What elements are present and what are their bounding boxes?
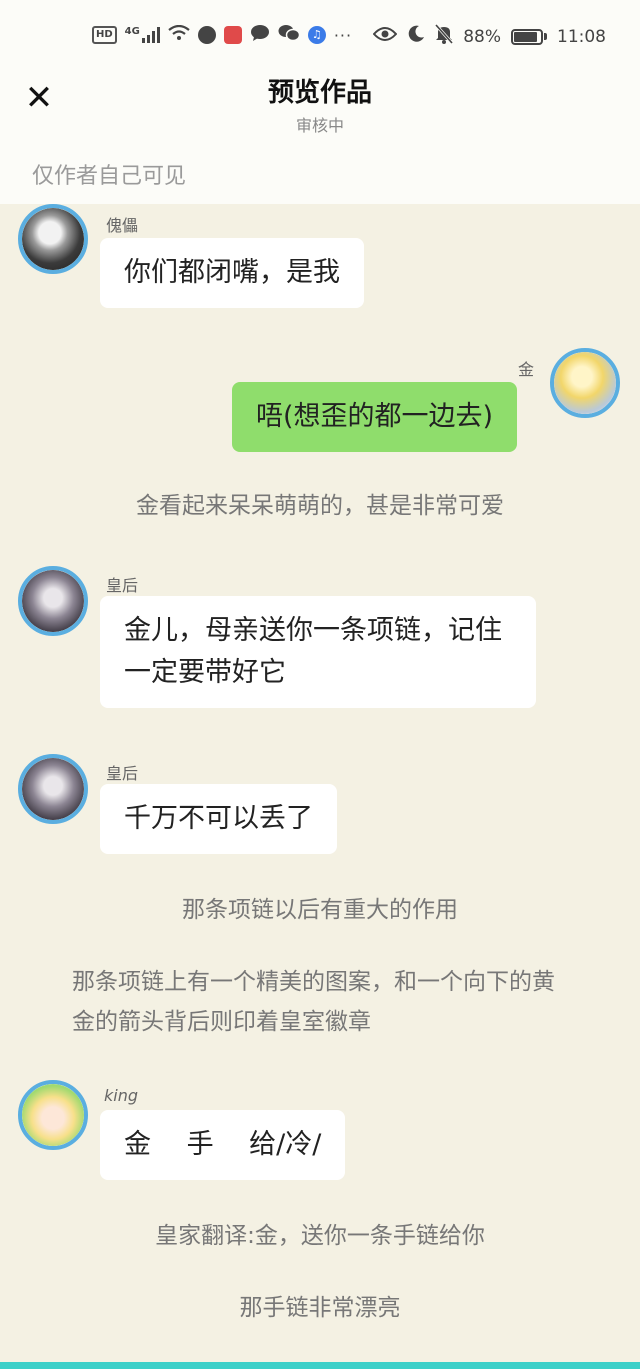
signal-icon [141,27,160,43]
app-icon [197,26,216,44]
message-bubble[interactable]: 金儿，母亲送你一条项链，记住一定要带好它 [100,596,536,708]
narration-text: 那手链非常漂亮 [239,1295,401,1321]
message-bubble[interactable]: 唔(想歪的都一边去) [232,382,518,452]
chat-bubble-icon [250,24,270,46]
status-left: HD 4G ♫ ··· [92,24,352,46]
bell-mute-icon [435,24,454,49]
notification-app-icon [223,26,242,44]
sender-name: 皇后 [106,764,139,783]
network-label: 4G [124,25,140,37]
hd-badge: HD [92,26,117,44]
avatar[interactable] [18,754,88,824]
header: ✕ 预览作品 审核中 [0,68,640,135]
music-icon: ♫ [307,26,326,44]
moon-icon [407,25,425,48]
status-bar: HD 4G ♫ ··· 88% 11:08 [0,0,640,68]
battery-icon [511,28,547,45]
avatar[interactable] [18,1080,88,1150]
review-status: 审核中 [295,116,344,135]
avatar[interactable] [18,566,88,636]
sender-name: 傀儡 [106,216,139,235]
message-bubble[interactable]: 你们都闭嘴，是我 [100,238,364,308]
narration-text: 那条项链上有一个精美的图案，和一个向下的黄金的箭头背后则印着皇室徽章 [72,969,555,1035]
clock: 11:08 [557,26,606,47]
page-title: 预览作品 [267,78,372,108]
sender-name: king [104,1086,139,1105]
chat-area[interactable]: 傀儡 你们都闭嘴，是我 金 唔(想歪的都一边去) 金看起来呆呆萌萌的，甚是非常可… [0,204,640,1364]
message-bubble[interactable]: 千万不可以丢了 [100,784,337,854]
visibility-note: 仅作者自己可见 [0,134,640,204]
wechat-icon [278,24,301,46]
battery-percent: 88% [463,26,501,47]
message-bubble[interactable]: 金 手 给/冷/ [100,1110,346,1180]
bottom-accent-bar [0,1362,640,1369]
eye-icon [372,26,398,47]
narration-text: 皇家翻译:金，送你一条手链给你 [155,1223,485,1249]
wifi-icon [168,24,190,45]
sender-name: 皇后 [106,576,139,595]
narration-text: 金看起来呆呆萌萌的，甚是非常可爱 [136,493,504,519]
status-right: 88% 11:08 [372,24,606,49]
narration-text: 那条项链以后有重大的作用 [182,897,458,923]
avatar[interactable] [18,204,88,274]
sender-name: 金 [518,360,535,379]
more-icon: ··· [333,25,353,45]
avatar[interactable] [550,348,620,418]
